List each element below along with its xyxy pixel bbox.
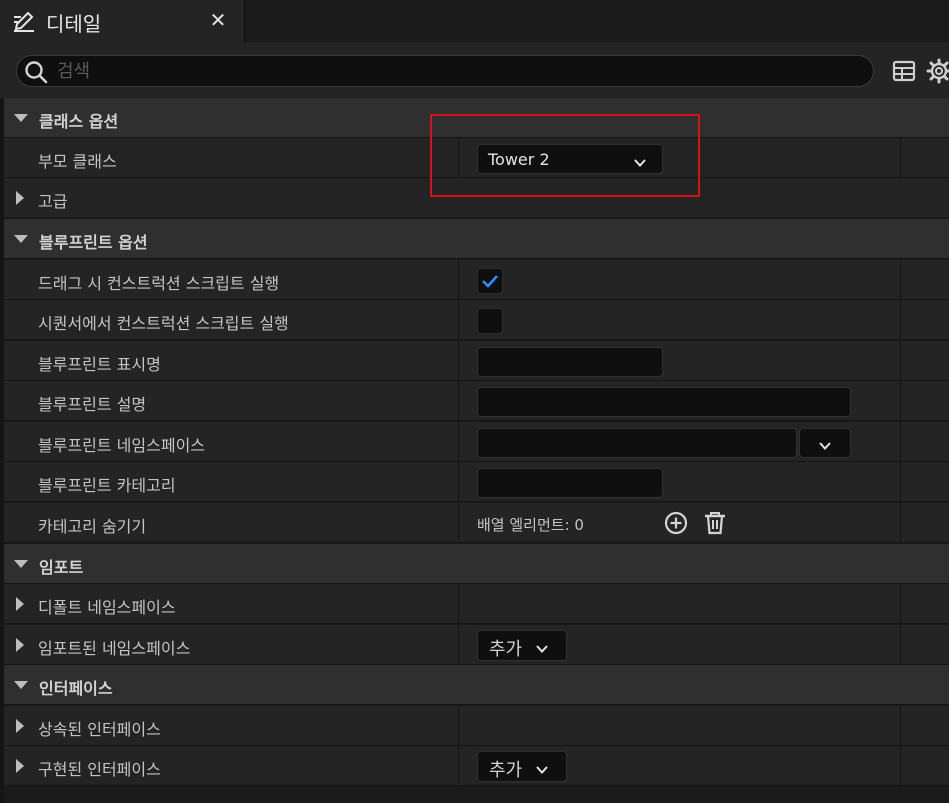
- description-input[interactable]: [477, 387, 851, 417]
- property-run-construction-on-drag: 드래그 시 컨스트럭션 스크립트 실행: [4, 260, 949, 300]
- property-run-construction-in-sequencer: 시퀀서에서 컨스트럭션 스크립트 실행: [4, 300, 949, 340]
- property-label: 부모 클래스: [38, 152, 117, 171]
- property-label: 블루프린트 네임스페이스: [38, 436, 206, 455]
- tab-details[interactable]: 디테일 ✕: [0, 0, 245, 42]
- toolbar: [0, 42, 949, 98]
- run-on-drag-checkbox[interactable]: [477, 268, 503, 294]
- run-in-sequencer-checkbox[interactable]: [477, 308, 503, 334]
- property-description: 블루프린트 설명: [4, 381, 949, 421]
- category-imports[interactable]: 임포트: [4, 544, 949, 584]
- property-label: 드래그 시 컨스트럭션 스크립트 실행: [38, 274, 280, 293]
- property-category: 블루프린트 카테고리: [4, 462, 949, 502]
- property-label: 블루프린트 표시명: [38, 355, 161, 374]
- property-label: 블루프린트 설명: [38, 395, 147, 414]
- property-inherited-interfaces[interactable]: 상속된 인터페이스: [4, 706, 949, 746]
- search-box[interactable]: [16, 55, 874, 87]
- chevron-down-icon: [536, 640, 548, 653]
- close-icon[interactable]: ✕: [208, 9, 228, 31]
- category-blueprint-options[interactable]: 블루프린트 옵션: [4, 219, 949, 259]
- category-title: 임포트: [39, 558, 84, 577]
- property-label: 구현된 인터페이스: [38, 760, 161, 779]
- checkmark-icon: [482, 275, 498, 288]
- chevron-down-icon: [819, 437, 831, 450]
- property-namespace: 블루프린트 네임스페이스: [4, 422, 949, 462]
- property-label: 시퀀서에서 컨스트럭션 스크립트 실행: [38, 314, 289, 333]
- table-icon[interactable]: [892, 59, 916, 83]
- expand-arrow-icon[interactable]: [16, 597, 24, 611]
- trash-icon[interactable]: [704, 511, 726, 535]
- collapse-arrow-icon[interactable]: [14, 235, 28, 243]
- namespace-input[interactable]: [477, 428, 797, 458]
- details-panel: 클래스 옵션 부모 클래스 Tower 2 고급 블루프린트 옵션 드래그 시 …: [4, 98, 949, 803]
- highlight-box: [430, 114, 700, 197]
- property-default-namespaces[interactable]: 디폴트 네임스페이스: [4, 584, 949, 624]
- add-button-label: 추가: [489, 760, 523, 781]
- plus-circle-icon[interactable]: [664, 511, 688, 535]
- namespace-dropdown-button[interactable]: [799, 428, 851, 458]
- property-label: 고급: [38, 192, 68, 211]
- add-button-label: 추가: [489, 639, 523, 660]
- property-display-name: 블루프린트 표시명: [4, 341, 949, 381]
- property-hide-categories: 카테고리 숨기기 배열 엘리먼트: 0: [4, 503, 949, 543]
- add-namespace-button[interactable]: 추가: [477, 630, 567, 661]
- collapse-arrow-icon[interactable]: [14, 114, 28, 122]
- property-label: 디폴트 네임스페이스: [38, 598, 176, 617]
- category-input[interactable]: [477, 468, 663, 498]
- property-imported-namespaces[interactable]: 임포트된 네임스페이스 추가: [4, 625, 949, 665]
- property-implemented-interfaces[interactable]: 구현된 인터페이스 추가: [4, 746, 949, 786]
- display-name-input[interactable]: [477, 347, 663, 377]
- property-label: 카테고리 숨기기: [38, 517, 147, 536]
- category-title: 클래스 옵션: [39, 112, 119, 131]
- collapse-arrow-icon[interactable]: [14, 681, 28, 689]
- category-interfaces[interactable]: 인터페이스: [4, 665, 949, 705]
- property-label: 블루프린트 카테고리: [38, 476, 176, 495]
- gear-icon[interactable]: [926, 58, 949, 84]
- array-element-count: 배열 엘리먼트: 0: [477, 516, 584, 534]
- category-title: 블루프린트 옵션: [39, 233, 148, 252]
- expand-arrow-icon[interactable]: [16, 191, 24, 205]
- tab-bar: 디테일 ✕: [0, 0, 949, 42]
- chevron-down-icon: [536, 761, 548, 774]
- collapse-arrow-icon[interactable]: [14, 560, 28, 568]
- expand-arrow-icon[interactable]: [16, 638, 24, 652]
- expand-arrow-icon[interactable]: [16, 719, 24, 733]
- edit-icon: [12, 9, 36, 33]
- category-title: 인터페이스: [39, 679, 113, 698]
- search-icon: [24, 60, 48, 84]
- property-label: 상속된 인터페이스: [38, 720, 161, 739]
- property-label: 임포트된 네임스페이스: [38, 639, 191, 658]
- expand-arrow-icon[interactable]: [16, 759, 24, 773]
- search-input[interactable]: [57, 58, 857, 84]
- tab-title: 디테일: [46, 12, 102, 36]
- add-interface-button[interactable]: 추가: [477, 751, 567, 782]
